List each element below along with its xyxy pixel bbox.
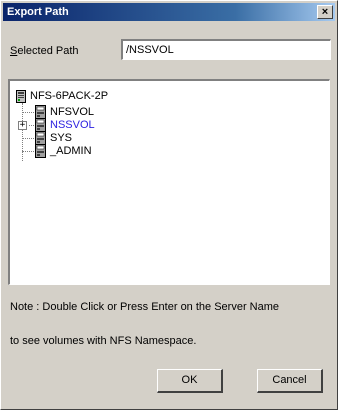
tree-item-sys[interactable]: SYS bbox=[35, 131, 72, 145]
tree-item-label: NSSVOL bbox=[50, 119, 95, 131]
close-icon: × bbox=[321, 6, 329, 18]
selected-path-label: Selected Path bbox=[10, 45, 79, 57]
note-line-2: to see volumes with NFS Namespace. bbox=[10, 335, 197, 347]
export-path-dialog: Export Path × Selected Path /NSSVOL NFS-… bbox=[0, 0, 338, 410]
note-line-1: Note : Double Click or Press Enter on th… bbox=[10, 301, 280, 313]
volume-icon bbox=[35, 144, 46, 158]
tree-connector bbox=[29, 125, 34, 126]
volume-icon bbox=[35, 131, 46, 145]
selected-path-field[interactable]: /NSSVOL bbox=[121, 39, 331, 60]
dialog-title: Export Path bbox=[7, 6, 69, 18]
server-icon bbox=[16, 89, 26, 103]
volume-icon bbox=[35, 105, 46, 119]
expand-icon[interactable]: + bbox=[18, 121, 27, 130]
tree-root-label: NFS-6PACK-2P bbox=[30, 90, 109, 102]
tree-item-admin[interactable]: _ADMIN bbox=[35, 144, 92, 158]
tree-item-nfsvol[interactable]: NFSVOL bbox=[35, 105, 94, 119]
tree-connector bbox=[22, 112, 34, 113]
title-bar[interactable]: Export Path × bbox=[3, 3, 335, 21]
cancel-button[interactable]: Cancel bbox=[257, 369, 323, 393]
tree-item-label: _ADMIN bbox=[50, 145, 92, 157]
tree-item-label: SYS bbox=[50, 132, 73, 144]
tree-connector bbox=[22, 138, 34, 139]
tree-item-nssvol[interactable]: NSSVOL bbox=[35, 118, 95, 132]
tree-root-node[interactable]: NFS-6PACK-2P bbox=[16, 89, 108, 103]
tree-item-label: NFSVOL bbox=[50, 106, 95, 118]
volume-tree[interactable]: NFS-6PACK-2P + NFSVOL NSSVOL SYS _ADMIN bbox=[8, 79, 330, 285]
tree-connector bbox=[22, 151, 34, 152]
selected-path-label-rest: elected Path bbox=[17, 45, 79, 57]
ok-button[interactable]: OK bbox=[157, 369, 223, 393]
volume-icon bbox=[35, 118, 46, 132]
close-button[interactable]: × bbox=[317, 5, 333, 19]
